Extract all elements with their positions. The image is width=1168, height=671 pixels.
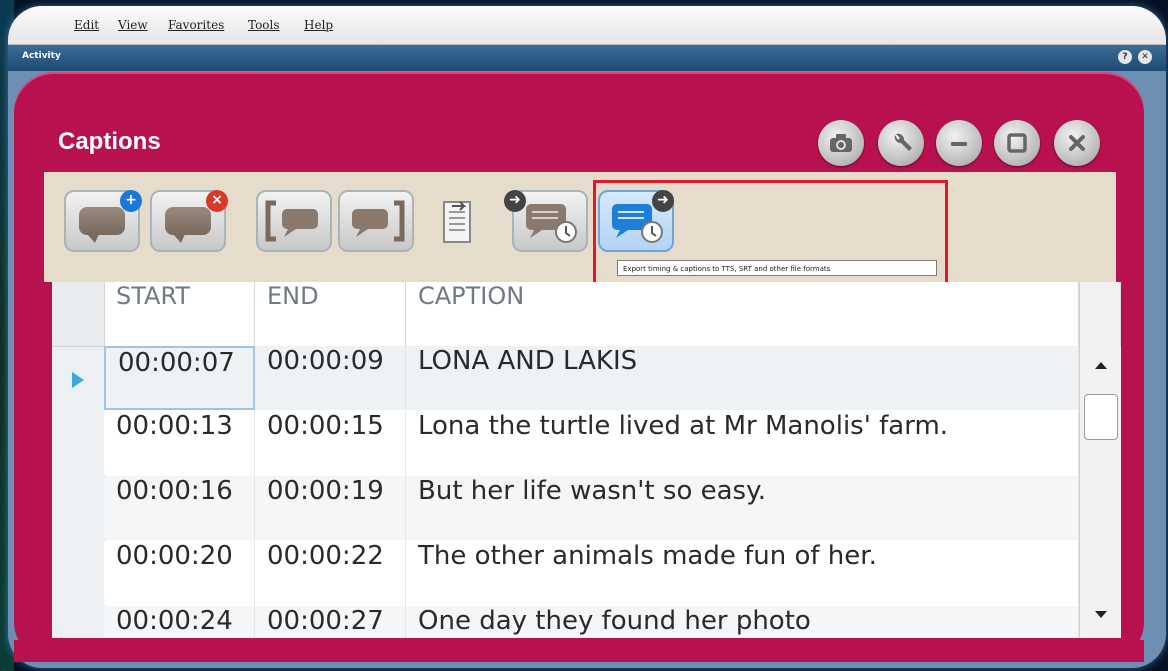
cell-end[interactable]: 00:00:15 <box>255 411 406 475</box>
caption-bubble-icon <box>165 207 211 243</box>
current-row-icon <box>72 372 84 388</box>
set-start-button[interactable] <box>256 190 332 252</box>
minimize-button[interactable] <box>936 120 982 166</box>
wrench-icon <box>894 133 912 151</box>
caption-bubble-icon <box>79 207 125 243</box>
close-icon <box>1069 135 1085 151</box>
maximize-button[interactable] <box>994 120 1040 166</box>
plus-icon: + <box>120 190 142 212</box>
table-row[interactable]: 00:00:20 00:00:22 The other animals made… <box>104 541 1079 605</box>
document-import-icon <box>443 201 471 243</box>
vertical-scrollbar[interactable] <box>1079 346 1121 638</box>
table-row[interactable]: 00:00:13 00:00:15 Lona the turtle lived … <box>104 411 1079 475</box>
cell-caption[interactable]: One day they found her photo <box>406 606 1079 638</box>
header-scroll-corner <box>1079 282 1121 346</box>
cell-caption[interactable]: But her life wasn't so easy. <box>406 476 1079 540</box>
column-header-start[interactable]: START <box>104 282 255 346</box>
menu-help[interactable]: Help <box>304 18 333 32</box>
table-row[interactable]: 00:00:24 00:00:27 One day they found her… <box>104 606 1079 638</box>
window-title: Activity <box>22 51 61 61</box>
menu-bar: Edit View Favorites Tools Help <box>8 6 1166 45</box>
bracket-right-icon <box>352 200 405 242</box>
cell-start[interactable]: 00:00:13 <box>104 411 255 475</box>
import-button[interactable] <box>438 196 478 250</box>
header-corner <box>52 282 105 346</box>
menu-view[interactable]: View <box>118 18 148 32</box>
menu-favorites[interactable]: Favorites <box>168 18 224 32</box>
column-header-end[interactable]: END <box>255 282 406 346</box>
minimize-icon <box>951 142 967 146</box>
table-row[interactable]: 00:00:07 00:00:09 LONA AND LAKIS <box>104 346 1079 410</box>
close-window-icon[interactable]: ✕ <box>1138 50 1152 64</box>
caption-clock-icon <box>526 204 577 243</box>
camera-icon <box>830 134 852 152</box>
help-icon[interactable]: ? <box>1118 50 1132 64</box>
panel-bottom-rim <box>14 640 1144 662</box>
cell-start[interactable]: 00:00:07 <box>104 346 255 410</box>
settings-button[interactable] <box>878 120 924 166</box>
captions-grid: START END CAPTION 00:00:07 00:00:09 LONA… <box>52 282 1121 638</box>
cell-end[interactable]: 00:00:27 <box>255 606 406 638</box>
grid-header: START END CAPTION <box>52 282 1121 347</box>
camera-button[interactable] <box>818 120 864 166</box>
cell-caption[interactable]: Lona the turtle lived at Mr Manolis' far… <box>406 411 1079 475</box>
cell-end[interactable]: 00:00:22 <box>255 541 406 605</box>
scroll-up-icon[interactable] <box>1094 360 1108 370</box>
cell-caption[interactable]: The other animals made fun of her. <box>406 541 1079 605</box>
remove-icon: × <box>206 190 228 212</box>
window-titlebar: Activity ? ✕ <box>8 45 1166 71</box>
table-row[interactable]: 00:00:16 00:00:19 But her life wasn't so… <box>104 476 1079 540</box>
cell-caption[interactable]: LONA AND LAKIS <box>406 346 1079 410</box>
scroll-thumb[interactable] <box>1084 394 1118 440</box>
bracket-left-icon <box>265 200 318 242</box>
arrow-right-icon: ➜ <box>504 190 526 212</box>
set-end-button[interactable] <box>338 190 414 252</box>
cell-start[interactable]: 00:00:24 <box>104 606 255 638</box>
maximize-icon <box>1007 133 1027 153</box>
cell-start[interactable]: 00:00:16 <box>104 476 255 540</box>
close-button[interactable] <box>1054 120 1100 166</box>
highlight-box <box>593 180 948 293</box>
menu-tools[interactable]: Tools <box>248 18 280 32</box>
scroll-down-icon[interactable] <box>1094 610 1108 620</box>
cell-start[interactable]: 00:00:20 <box>104 541 255 605</box>
cell-end[interactable]: 00:00:19 <box>255 476 406 540</box>
cell-end[interactable]: 00:00:09 <box>255 346 406 410</box>
menu-edit[interactable]: Edit <box>74 18 99 32</box>
panel-title: Captions <box>58 128 161 155</box>
column-header-caption[interactable]: CAPTION <box>406 282 1079 346</box>
